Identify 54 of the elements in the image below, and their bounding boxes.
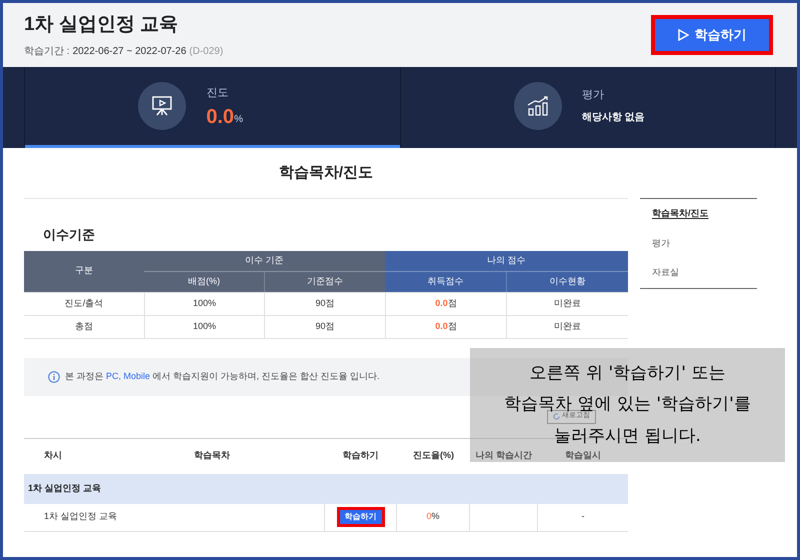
side-menu-link[interactable]: 학습목차/진도 (652, 207, 709, 220)
column-header: 진도율(%) (412, 449, 455, 462)
notice-text: 본 과정은 PC, Mobile 에서 학습지원이 가능하며, 진도율은 합산 진도율 입니다. (65, 370, 380, 383)
column-header: 기준점수 (264, 272, 385, 292)
table-cell: 미완료 (506, 292, 628, 314)
score-value: 0.0 (435, 320, 448, 333)
score-unit: 점 (448, 320, 457, 333)
study-button[interactable]: 학습하기 (655, 19, 769, 51)
period-label: 학습기간 : (24, 44, 70, 59)
side-menu-link[interactable]: 평가 (652, 236, 670, 250)
lesson-group-row: 1차 실업인정 교육 (24, 474, 628, 504)
column-group-header: 나의 점수 (385, 250, 628, 272)
d-day-count: (D-029) (189, 44, 224, 59)
summary-label: 진도 (206, 86, 230, 101)
table-cell: 90점 (264, 292, 385, 314)
table-cell: 100% (144, 314, 264, 338)
column-header: 구분 (24, 250, 144, 292)
evaluation-value: 해당사항 없음 (582, 110, 646, 125)
table-cell: 미완료 (506, 314, 628, 338)
column-group-header: 이수 기준 (144, 250, 385, 272)
column-header: 학습하기 (342, 449, 380, 462)
section-title: 이수기준 (43, 226, 96, 244)
info-icon (48, 370, 60, 382)
lesson-title: 1차 실업인정 교육 (24, 504, 324, 532)
refresh-icon (553, 413, 560, 420)
play-icon (678, 29, 688, 41)
table-cell: 총점 (24, 314, 144, 338)
bar-chart-icon (526, 95, 550, 117)
table-cell: - (538, 504, 628, 532)
course-title: 1차 실업인정 교육 (24, 13, 180, 38)
study-button[interactable]: 학습하기 (340, 510, 382, 524)
column-header: 취득점수 (385, 272, 506, 292)
column-header: 이수현황 (506, 272, 628, 292)
score-value: 0.0 (435, 296, 448, 310)
progress-value: 0.0 (206, 107, 234, 128)
summary-tab[interactable]: 평가 해당사항 없음 (400, 67, 775, 148)
percent-unit: % (234, 113, 243, 128)
progress-value: 0 (426, 510, 432, 524)
summary-label: 평가 (582, 88, 605, 104)
presentation-icon (151, 95, 174, 117)
score-unit: 점 (448, 296, 457, 310)
column-header: 나의 학습시간 (474, 449, 534, 462)
side-menu-link[interactable]: 자료실 (652, 266, 679, 280)
period-dates: 2022-06-27 ~ 2022-07-26 (72, 44, 186, 59)
page-title: 학습목차/진도 (24, 148, 628, 199)
column-header: 배점(%) (144, 272, 264, 292)
percent-unit: % (432, 510, 440, 524)
table-cell: 90점 (264, 314, 385, 338)
column-header: 학습일시 (564, 449, 602, 462)
column-header: 차시 (43, 449, 63, 462)
table-cell: 진도/출석 (24, 292, 144, 314)
table-cell: 100% (144, 292, 264, 314)
column-header: 학습목차 (193, 449, 231, 462)
summary-tab[interactable]: 진도 0.0% (25, 67, 400, 148)
